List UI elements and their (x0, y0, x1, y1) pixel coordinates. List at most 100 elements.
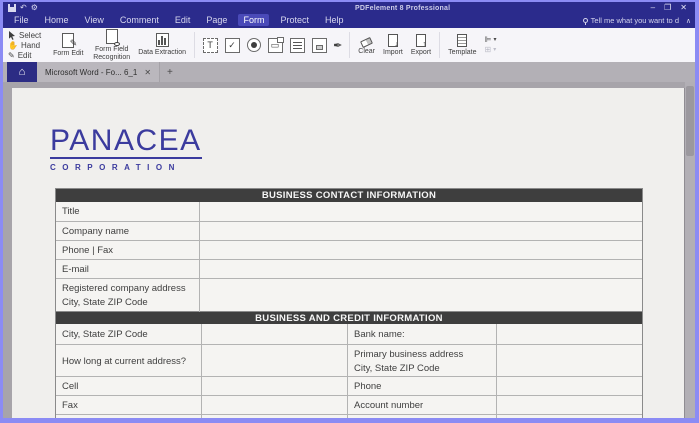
list-box-tool[interactable] (289, 37, 305, 53)
gear-icon[interactable]: ⚙ (31, 3, 38, 12)
scrollbar-thumb[interactable] (686, 86, 694, 156)
row-label: Cell (62, 381, 79, 392)
form-edit-button[interactable]: ✎ Form Edit (51, 32, 85, 58)
undo-icon[interactable]: ↶ (20, 3, 27, 12)
menu-tab-file[interactable]: File (9, 14, 34, 26)
ribbon: ↶ ⚙ PDFelement 8 Professional – ❐ ✕ File… (3, 2, 695, 28)
maximize-button[interactable]: ❐ (664, 3, 671, 12)
row-value[interactable] (496, 345, 642, 377)
form-field-recognition-label: Form Field Recognition (93, 46, 131, 61)
row-value[interactable] (198, 202, 642, 221)
row-value[interactable] (200, 345, 348, 377)
menu-tab-comment[interactable]: Comment (115, 14, 164, 26)
menu-tab-form[interactable]: Form (238, 14, 270, 26)
combo-box-tool[interactable]: ▭ (267, 36, 284, 53)
select-label: Select (19, 30, 42, 40)
menu-tab-view[interactable]: View (80, 14, 109, 26)
document-tab[interactable]: Microsoft Word - Fo... 6_1 ✕ (37, 62, 161, 82)
section-header-business-credit: BUSINESS AND CREDIT INFORMATION (56, 311, 642, 324)
alignment-tools: ⊫ ▾ ⊞ ▾ (485, 36, 497, 54)
template-button[interactable]: Template (448, 34, 477, 56)
close-tab-icon[interactable]: ✕ (144, 68, 151, 77)
table-row: E-mail Account Type (56, 414, 642, 418)
row-label: E-mail (56, 415, 201, 418)
home-icon: ⌂ (18, 66, 26, 78)
hand-icon: ✋ (8, 40, 18, 50)
toolbar-separator (194, 32, 196, 58)
form-toolbar: Select ✋ Hand ✎ Edit ✎ Form Edit Form Fi… (3, 28, 695, 62)
pencil-icon: ✎ (8, 50, 15, 60)
table-row: Phone | Fax (56, 240, 642, 260)
row-label: E-mail (62, 264, 89, 275)
row-label-line1: Registered company address (62, 283, 186, 294)
data-extraction-icon (155, 33, 169, 48)
row-label: Account Type (347, 415, 496, 418)
row-value[interactable] (200, 415, 348, 418)
eraser-icon (360, 36, 374, 48)
document-tab-bar: ⌂ Microsoft Word - Fo... 6_1 ✕ + (3, 62, 695, 82)
logo-subtitle: CORPORATION (50, 163, 181, 172)
menu-tab-edit[interactable]: Edit (170, 14, 196, 26)
export-button[interactable]: ↑ Export (411, 34, 431, 56)
row-label: Fax (62, 400, 78, 411)
save-icon[interactable] (8, 3, 16, 12)
menu-bar: File Home View Comment Edit Page Form Pr… (9, 14, 354, 26)
hand-tool[interactable]: ✋ Hand (8, 41, 41, 50)
row-value[interactable] (200, 396, 348, 415)
logo-name: PANACEA (50, 124, 202, 159)
new-tab-button[interactable]: + (160, 62, 180, 82)
check-box-tool[interactable]: ✓ (224, 37, 240, 53)
home-tab-button[interactable]: ⌂ (7, 62, 37, 82)
tell-me-search[interactable]: Tell me what you want to d (582, 16, 679, 25)
menu-tab-home[interactable]: Home (40, 14, 74, 26)
row-value[interactable] (496, 396, 642, 415)
table-row: How long at current address? Primary bus… (56, 344, 642, 377)
window-controls: – ❐ ✕ (651, 3, 687, 12)
menu-tab-page[interactable]: Page (201, 14, 232, 26)
table-row: Cell Phone (56, 376, 642, 396)
template-label: Template (448, 49, 477, 56)
close-button[interactable]: ✕ (680, 3, 687, 12)
import-icon: ↓ (387, 34, 398, 48)
align-fields-button[interactable]: ⊫ ▾ (485, 36, 497, 44)
lightbulb-icon (582, 18, 588, 25)
edit-tool[interactable]: ✎ Edit (8, 51, 41, 60)
import-label: Import (383, 49, 403, 56)
quick-access-toolbar: ↶ ⚙ (8, 3, 38, 12)
row-label-line1: Primary business address (354, 349, 464, 360)
minimize-button[interactable]: – (651, 3, 655, 12)
row-value[interactable] (496, 377, 642, 396)
tell-me-label: Tell me what you want to d (590, 16, 679, 25)
digital-signature-tool[interactable]: ✒ (333, 39, 342, 52)
row-value[interactable] (198, 241, 642, 260)
collapse-ribbon-icon[interactable]: ∧ (686, 17, 691, 25)
row-label: Phone (347, 377, 496, 396)
row-value[interactable] (200, 377, 348, 396)
row-label: Registered company address City, State Z… (56, 279, 199, 312)
row-value[interactable] (198, 222, 642, 241)
row-value[interactable] (496, 324, 642, 344)
row-value[interactable] (496, 415, 642, 418)
distribute-fields-button[interactable]: ⊞ ▾ (485, 46, 497, 54)
menu-tab-help[interactable]: Help (320, 14, 349, 26)
clear-label: Clear (358, 47, 376, 55)
form-field-recognition-button[interactable]: Form Field Recognition (93, 29, 130, 61)
row-value[interactable] (200, 324, 348, 344)
row-value[interactable] (198, 260, 642, 279)
menu-tab-protect[interactable]: Protect (275, 14, 314, 26)
row-value[interactable] (198, 279, 642, 312)
text-field-tool[interactable]: T (202, 37, 218, 53)
select-tool[interactable]: Select (8, 30, 42, 40)
vertical-scrollbar[interactable] (685, 82, 695, 418)
row-label: Title (62, 206, 80, 217)
radio-button-tool[interactable] (246, 38, 261, 52)
data-extraction-button[interactable]: Data Extraction (138, 33, 186, 57)
app-window: ↶ ⚙ PDFelement 8 Professional – ❐ ✕ File… (0, 0, 699, 423)
push-button-tool[interactable] (311, 37, 327, 53)
clear-button[interactable]: Clear (358, 36, 375, 55)
template-icon (457, 34, 468, 47)
form-field-recognition-icon (105, 29, 120, 46)
row-label: Phone | Fax (62, 245, 114, 256)
section-header-business-contact: BUSINESS CONTACT INFORMATION (56, 189, 642, 202)
import-button[interactable]: ↓ Import (383, 34, 403, 56)
